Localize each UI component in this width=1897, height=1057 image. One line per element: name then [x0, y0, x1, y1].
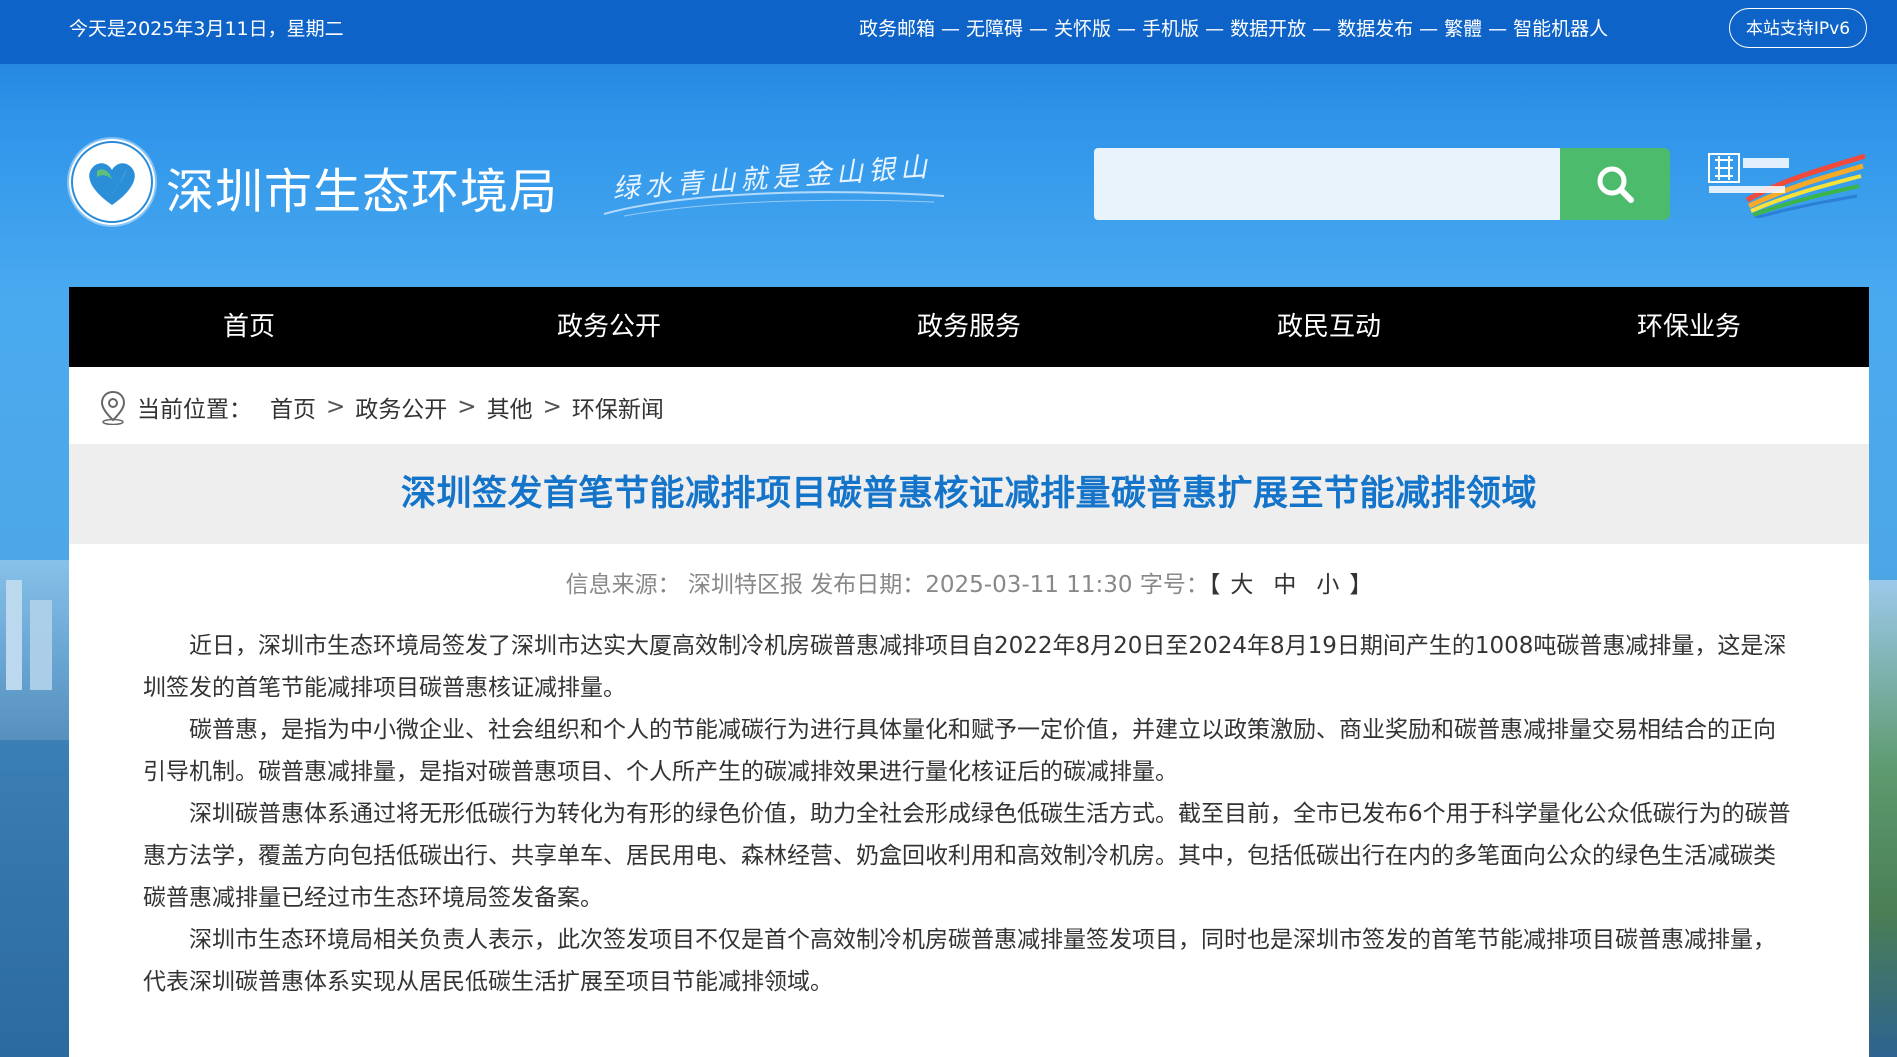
slogan-swoosh-decoration [604, 191, 944, 217]
title-band: 深圳签发首笔节能减排项目碳普惠核证减排量碳普惠扩展至节能减排领域 [69, 444, 1869, 544]
breadcrumb-separator: > [542, 394, 562, 420]
heart-emblem-icon[interactable] [69, 139, 155, 225]
breadcrumb: 当前位置： 首页 > 政务公开 > 其他 > 环保新闻 [97, 389, 664, 425]
link-separator: — [1419, 18, 1439, 40]
link-separator: — [941, 18, 961, 40]
breadcrumb-separator: > [326, 394, 346, 420]
site-title[interactable]: 深圳市生态环境局 [166, 152, 558, 222]
bracket-open: 【 [1208, 572, 1221, 598]
nav-item-gov-affairs[interactable]: 政务公开 [429, 287, 789, 367]
link-mobile-version[interactable]: 手机版 [1142, 18, 1199, 40]
font-size-label: 字号： [1139, 572, 1209, 598]
font-size-large-button[interactable]: 大 [1230, 572, 1253, 598]
top-bar: 今天是2025年3月11日，星期二 政务邮箱 — 无障碍 — 关怀版 — 手机版 — 数据开放 —… [0, 0, 1897, 64]
link-separator: — [1312, 18, 1332, 40]
nav-item-interaction[interactable]: 政民互动 [1149, 287, 1509, 367]
source-value: 深圳特区报 [687, 572, 803, 598]
background-scenery-right [1868, 580, 1897, 1057]
nav-item-home[interactable]: 首页 [69, 287, 429, 367]
breadcrumb-item-home[interactable]: 首页 [270, 390, 316, 424]
font-size-small-button[interactable]: 小 [1316, 572, 1339, 598]
link-separator: — [1205, 18, 1225, 40]
link-separator: — [1488, 18, 1508, 40]
article-paragraph: 深圳市生态环境局相关负责人表示，此次签发项目不仅是首个高效制冷机房碳普惠减排量签… [143, 927, 1776, 995]
article-meta: 信息来源： 深圳特区报 发布日期：2025-03-11 11:30 字号：【大中… [69, 565, 1869, 599]
date-label: 发布日期： [810, 572, 926, 598]
search-input[interactable] [1094, 148, 1560, 220]
top-links: 政务邮箱 — 无障碍 — 关怀版 — 手机版 — 数据开放 — 数据发布 — 繁體 — 智能机器人 [859, 14, 1608, 41]
link-data-release[interactable]: 数据发布 [1337, 18, 1413, 40]
shenzhen-china-logo [1708, 153, 1866, 218]
font-size-medium-button[interactable]: 中 [1273, 572, 1296, 598]
location-pin-icon [100, 390, 126, 425]
link-open-data[interactable]: 数据开放 [1230, 18, 1306, 40]
content-panel: 当前位置： 首页 > 政务公开 > 其他 > 环保新闻 深圳签发首笔节能减排项目… [69, 367, 1869, 1057]
today-date: 今天是2025年3月11日，星期二 [69, 18, 344, 40]
link-traditional-chinese[interactable]: 繁體 [1444, 18, 1482, 40]
link-accessibility[interactable]: 无障碍 [966, 18, 1023, 40]
breadcrumb-item-env-news[interactable]: 环保新闻 [572, 390, 664, 424]
breadcrumb-item-gov-affairs[interactable]: 政务公开 [355, 390, 447, 424]
bracket-close: 】 [1349, 572, 1373, 598]
link-separator: — [1117, 18, 1137, 40]
breadcrumb-item-other[interactable]: 其他 [487, 390, 533, 424]
article-paragraph: 近日，深圳市生态环境局签发了深圳市达实大厦高效制冷机房碳普惠减排项目自2022年… [143, 633, 1787, 701]
ipv6-badge[interactable]: 本站支持IPv6 [1729, 8, 1867, 48]
background-city-left [0, 560, 70, 740]
background-water-left [0, 740, 70, 1057]
breadcrumb-separator: > [457, 394, 477, 420]
link-separator: — [1029, 18, 1049, 40]
link-chatbot[interactable]: 智能机器人 [1513, 18, 1608, 40]
nav-item-gov-services[interactable]: 政务服务 [789, 287, 1149, 367]
source-label: 信息来源： [565, 572, 681, 598]
main-nav: 首页 政务公开 政务服务 政民互动 环保业务 [69, 287, 1869, 367]
link-care-version[interactable]: 关怀版 [1054, 18, 1111, 40]
search-button[interactable] [1560, 148, 1670, 220]
nav-item-env-business[interactable]: 环保业务 [1509, 287, 1869, 367]
article-title: 深圳签发首笔节能减排项目碳普惠核证减排量碳普惠扩展至节能减排领域 [400, 474, 1537, 514]
search-icon [1597, 166, 1634, 203]
link-gov-mail[interactable]: 政务邮箱 [859, 18, 935, 40]
article-paragraph: 碳普惠，是指为中小微企业、社会组织和个人的节能减碳行为进行具体量化和赋予一定价值… [143, 717, 1776, 785]
publish-date: 2025-03-11 11:30 [925, 572, 1133, 598]
article-body: 近日，深圳市生态环境局签发了深圳市达实大厦高效制冷机房碳普惠减排项目自2022年… [143, 625, 1795, 1003]
article-paragraph: 深圳碳普惠体系通过将无形低碳行为转化为有形的绿色价值，助力全社会形成绿色低碳生活… [143, 801, 1791, 911]
breadcrumb-label: 当前位置： [137, 397, 252, 423]
